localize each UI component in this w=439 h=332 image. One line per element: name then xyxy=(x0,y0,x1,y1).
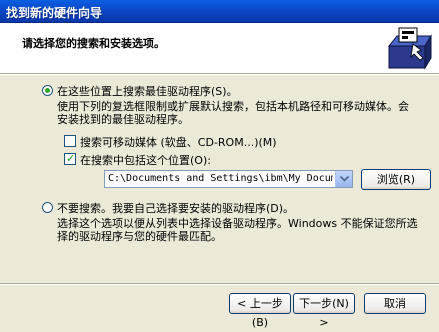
header-subtitle: 请选择您的搜索和安装选项。 xyxy=(22,37,165,50)
include-location-checkbox[interactable] xyxy=(64,152,76,165)
wizard-content: 在这些位置上搜索最佳驱动程序(S)。 使用下列的复选框限制或扩展默认搜索，包括本… xyxy=(0,75,439,283)
window-title: 找到新的硬件向导 xyxy=(6,6,103,20)
search-locations-label[interactable]: 在这些位置上搜索最佳驱动程序(S)。 xyxy=(57,83,238,99)
dropdown-button[interactable] xyxy=(335,171,352,187)
next-button[interactable]: 下一步(N) > xyxy=(293,293,355,329)
search-locations-radio[interactable] xyxy=(42,85,53,96)
back-button[interactable]: < 上一步(B) xyxy=(229,293,291,329)
location-path-value[interactable]: C:\Documents and Settings\ibm\My Documen… xyxy=(108,173,333,184)
removable-media-checkbox[interactable] xyxy=(64,135,76,147)
location-path-combobox[interactable]: C:\Documents and Settings\ibm\My Documen… xyxy=(104,170,353,188)
chevron-down-icon xyxy=(340,176,349,182)
browse-button[interactable]: 浏览(R) xyxy=(361,169,431,190)
title-bar: 找到新的硬件向导 xyxy=(0,0,439,23)
footer-separator xyxy=(0,283,439,285)
include-location-label[interactable]: 在搜索中包括这个位置(O): xyxy=(80,152,211,168)
manual-select-description: 选择这个选项以便从列表中选择设备驱动程序。Windows 不能保证您所选择的驱动… xyxy=(57,217,418,243)
wizard-header: 请选择您的搜索和安装选项。 xyxy=(0,23,439,73)
manual-select-label[interactable]: 不要搜索。我要自己选择要安装的驱动程序(D)。 xyxy=(57,200,294,216)
search-locations-description: 使用下列的复选框限制或扩展默认搜索，包括本机路径和可移动媒体。会安装找到的最佳驱… xyxy=(57,100,409,126)
manual-select-radio[interactable] xyxy=(42,202,53,213)
cancel-button[interactable]: 取消 xyxy=(364,293,426,314)
hardware-wizard-icon xyxy=(387,27,432,70)
removable-media-label[interactable]: 搜索可移动媒体 (软盘、CD-ROM...)(M) xyxy=(80,134,277,150)
